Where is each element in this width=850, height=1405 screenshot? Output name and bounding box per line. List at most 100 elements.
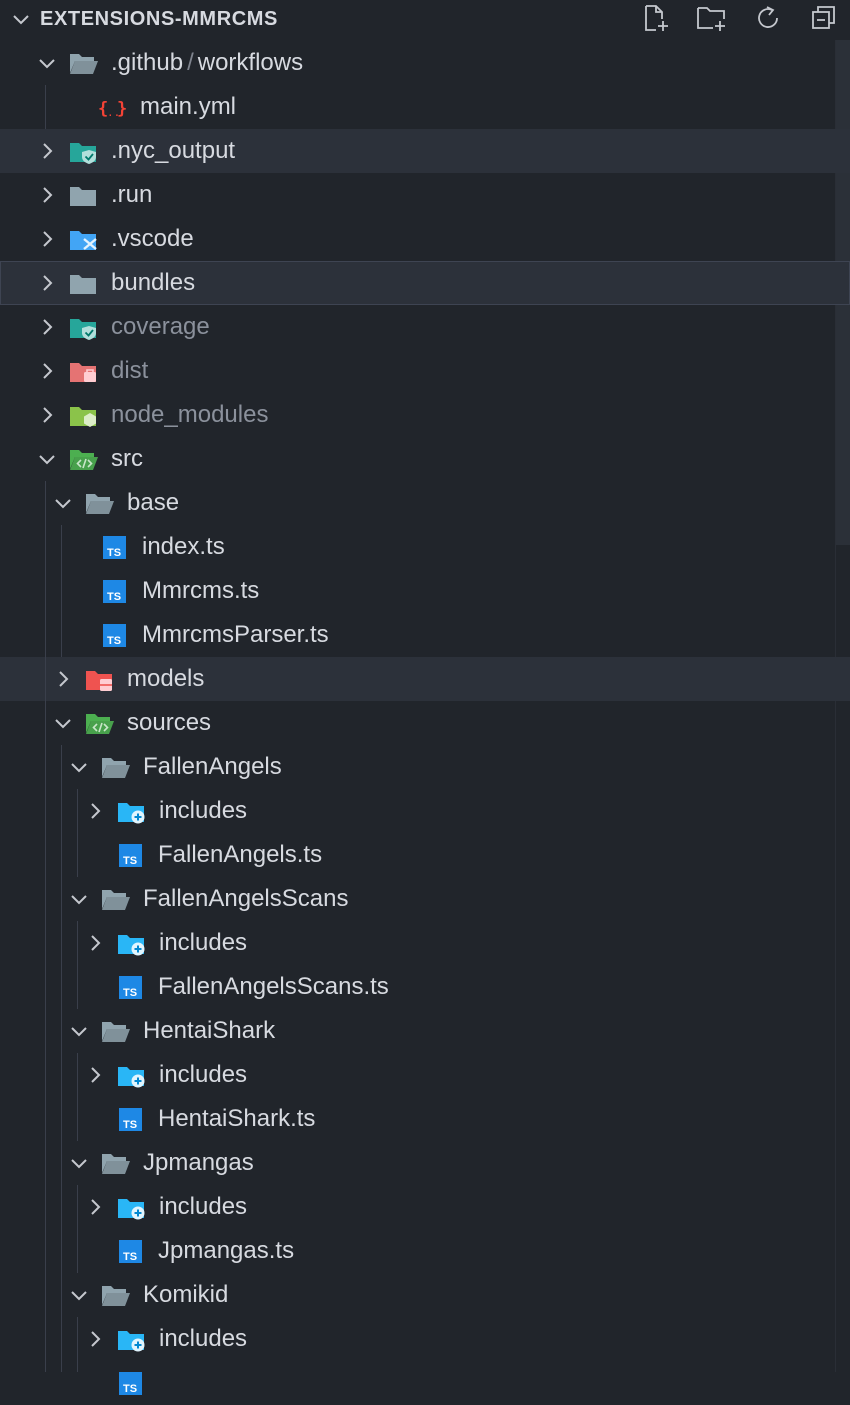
- folder-gray-icon: [70, 275, 96, 294]
- tree-folder-row[interactable]: .github / workflows: [0, 41, 850, 85]
- tree-folder-row[interactable]: models: [0, 657, 850, 701]
- tree-folder-row[interactable]: .run: [0, 173, 850, 217]
- tree-folder-row[interactable]: Jpmangas: [0, 1141, 850, 1185]
- new-file-icon[interactable]: [638, 3, 674, 33]
- tree-folder-row[interactable]: src: [0, 437, 850, 481]
- svg-text:TS: TS: [123, 855, 137, 867]
- tree-folder-row[interactable]: includes: [0, 1185, 850, 1229]
- tree-item-name: includes: [159, 797, 248, 824]
- tree-folder-row[interactable]: .vscode: [0, 217, 850, 261]
- tree-folder-row[interactable]: FallenAngelsScans: [0, 877, 850, 921]
- chevron-down-icon[interactable]: [10, 8, 32, 30]
- tree-item-label: includes: [159, 1325, 247, 1353]
- folder-blue-include-icon: [118, 1331, 145, 1352]
- tree-item-label: includes: [159, 929, 247, 957]
- folder-green-node-icon: [70, 407, 96, 427]
- new-folder-icon[interactable]: [694, 3, 730, 33]
- tree-item-label: includes: [159, 1193, 247, 1221]
- chevron-right-icon[interactable]: [36, 184, 58, 206]
- tree-item-name: models: [127, 665, 205, 692]
- folder-vscode-icon: [70, 231, 97, 250]
- tree-item-name: FallenAngelsScans: [143, 885, 349, 912]
- collapse-all-icon[interactable]: [806, 3, 842, 33]
- tree-file-row[interactable]: TS index.ts: [0, 525, 850, 569]
- tree-file-row[interactable]: TS: [0, 1361, 850, 1405]
- explorer-header: EXTENSIONS-MMRCMS: [0, 0, 850, 40]
- chevron-right-icon[interactable]: [52, 668, 74, 690]
- tree-file-row[interactable]: {}.. main.yml: [0, 85, 850, 129]
- chevron-down-icon[interactable]: [36, 52, 58, 74]
- tree-file-row[interactable]: TS FallenAngels.ts: [0, 833, 850, 877]
- chevron-down-icon[interactable]: [68, 756, 90, 778]
- svg-text:TS: TS: [123, 987, 137, 999]
- tree-folder-row[interactable]: base: [0, 481, 850, 525]
- tree-item-label: Jpmangas: [143, 1149, 254, 1177]
- refresh-icon[interactable]: [750, 3, 786, 33]
- chevron-right-icon[interactable]: [84, 1328, 106, 1350]
- tree-item-label: HentaiShark: [143, 1017, 275, 1045]
- folder-open-gray-icon: [102, 890, 130, 910]
- typescript-icon: TS: [103, 536, 126, 559]
- tree-folder-row[interactable]: includes: [0, 1317, 850, 1361]
- tree-item-name: index.ts: [142, 533, 225, 560]
- chevron-right-icon[interactable]: [36, 140, 58, 162]
- tree-item-label: HentaiShark.ts: [158, 1105, 315, 1133]
- chevron-down-icon[interactable]: [68, 1020, 90, 1042]
- tree-folder-row[interactable]: dist: [0, 349, 850, 393]
- chevron-down-icon[interactable]: [52, 712, 74, 734]
- chevron-right-icon[interactable]: [84, 800, 106, 822]
- chevron-right-icon[interactable]: [36, 404, 58, 426]
- chevron-right-icon[interactable]: [36, 316, 58, 338]
- folder-open-gray-icon: [102, 758, 130, 778]
- tree-file-row[interactable]: TS MmrcmsParser.ts: [0, 613, 850, 657]
- folder-blue-include-icon: [118, 935, 145, 956]
- chevron-right-icon[interactable]: [84, 1064, 106, 1086]
- tree-item-name: includes: [159, 1193, 248, 1220]
- tree-item-label: sources: [127, 709, 211, 737]
- typescript-icon: TS: [103, 580, 126, 603]
- tree-file-row[interactable]: TS FallenAngelsScans.ts: [0, 965, 850, 1009]
- tree-item-name: MmrcmsParser.ts: [142, 621, 329, 648]
- tree-file-row[interactable]: TS Jpmangas.ts: [0, 1229, 850, 1273]
- chevron-right-icon[interactable]: [36, 272, 58, 294]
- tree-folder-row[interactable]: .nyc_output: [0, 129, 850, 173]
- tree-folder-row[interactable]: includes: [0, 1053, 850, 1097]
- folder-teal-shield-icon: [70, 143, 96, 164]
- tree-item-label: dist: [111, 357, 148, 385]
- tree-folder-row[interactable]: HentaiShark: [0, 1009, 850, 1053]
- chevron-down-icon[interactable]: [52, 492, 74, 514]
- chevron-down-icon[interactable]: [68, 888, 90, 910]
- chevron-right-icon[interactable]: [84, 1196, 106, 1218]
- indent-guide: [77, 1053, 78, 1141]
- typescript-icon: TS: [103, 624, 126, 647]
- typescript-icon: TS: [119, 1240, 142, 1263]
- tree-item-name: src: [111, 445, 143, 472]
- tree-folder-row[interactable]: node_modules: [0, 393, 850, 437]
- tree-folder-row[interactable]: Komikid: [0, 1273, 850, 1317]
- tree-folder-row[interactable]: includes: [0, 921, 850, 965]
- tree-folder-row[interactable]: includes: [0, 789, 850, 833]
- tree-folder-row[interactable]: FallenAngels: [0, 745, 850, 789]
- chevron-right-icon[interactable]: [36, 228, 58, 250]
- explorer-title[interactable]: EXTENSIONS-MMRCMS: [40, 8, 278, 31]
- tree-folder-row[interactable]: coverage: [0, 305, 850, 349]
- folder-blue-include-icon: [118, 1199, 145, 1220]
- chevron-right-icon[interactable]: [36, 360, 58, 382]
- tree-item-label: main.yml: [140, 93, 236, 121]
- tree-folder-row[interactable]: bundles: [0, 261, 850, 305]
- tree-folder-row[interactable]: sources: [0, 701, 850, 745]
- tree-file-row[interactable]: TS HentaiShark.ts: [0, 1097, 850, 1141]
- folder-blue-include-icon: [118, 1067, 145, 1088]
- chevron-down-icon[interactable]: [36, 448, 58, 470]
- indent-guide: [77, 921, 78, 1009]
- typescript-icon: TS: [119, 1372, 142, 1395]
- tree-item-name: bundles: [111, 269, 196, 296]
- chevron-down-icon[interactable]: [68, 1284, 90, 1306]
- chevron-down-icon[interactable]: [68, 1152, 90, 1174]
- chevron-right-icon[interactable]: [84, 932, 106, 954]
- tree-item-name: FallenAngels: [143, 753, 282, 780]
- tree-item-name: includes: [159, 1061, 248, 1088]
- tree-item-label: .nyc_output: [111, 137, 235, 165]
- tree-file-row[interactable]: TS Mmrcms.ts: [0, 569, 850, 613]
- svg-text:TS: TS: [107, 591, 121, 603]
